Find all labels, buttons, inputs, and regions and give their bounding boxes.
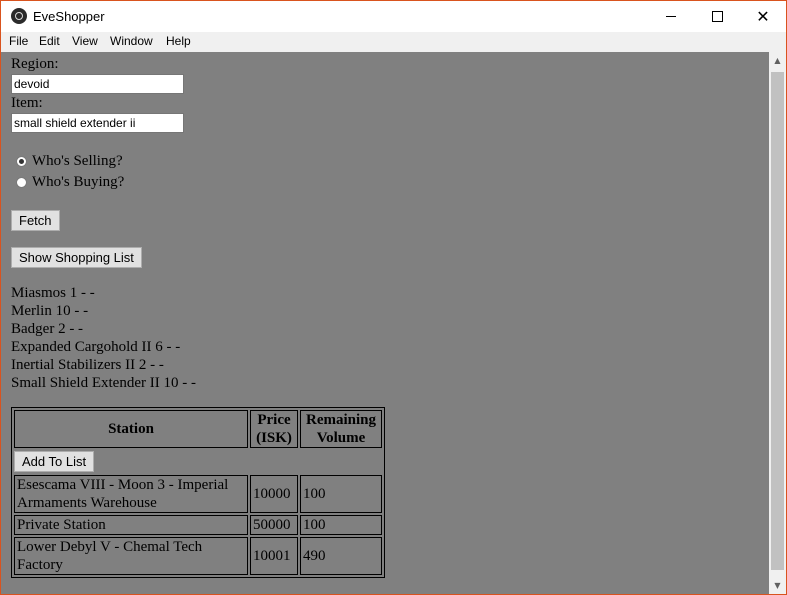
menu-view[interactable]: View (72, 34, 98, 48)
list-item: Expanded Cargohold II 6 - - (11, 339, 181, 355)
minimize-button[interactable] (648, 1, 694, 32)
radio-buying-row[interactable]: Who's Buying? (16, 174, 124, 191)
cell-station: Esescama VIII - Moon 3 - Imperial Armame… (14, 475, 248, 513)
cell-price: 50000 (250, 515, 298, 535)
close-button[interactable]: ✕ (740, 1, 786, 32)
table-row[interactable]: Lower Debyl V - Chemal Tech Factory 1000… (14, 537, 382, 575)
list-item: Miasmos 1 - - (11, 285, 95, 301)
app-window: EveShopper ✕ File Edit View Window Help … (0, 0, 787, 595)
results-table: Station Price (ISK) Remaining Volume Add… (11, 407, 385, 578)
scroll-up-icon[interactable]: ▲ (769, 52, 786, 69)
header-station: Station (14, 410, 248, 448)
header-price: Price (ISK) (250, 410, 298, 448)
close-icon: ✕ (756, 6, 770, 26)
region-label: Region: (11, 56, 59, 72)
menu-help[interactable]: Help (166, 34, 191, 48)
menu-edit[interactable]: Edit (39, 34, 60, 48)
menu-bar: File Edit View Window Help (1, 32, 786, 52)
cell-volume: 490 (300, 537, 382, 575)
list-item: Badger 2 - - (11, 321, 84, 337)
shopping-list: Miasmos 1 - - Merlin 10 - - Badger 2 - -… (11, 284, 196, 392)
vertical-scrollbar[interactable]: ▲ ▼ (769, 52, 786, 594)
list-item: Inertial Stabilizers II 2 - - (11, 357, 164, 373)
table-header-row: Station Price (ISK) Remaining Volume (14, 410, 382, 448)
radio-buying-label: Who's Buying? (32, 174, 125, 190)
app-logo-icon (11, 8, 27, 24)
radio-selling-label: Who's Selling? (32, 153, 123, 169)
maximize-button[interactable] (694, 1, 740, 32)
cell-station: Lower Debyl V - Chemal Tech Factory (14, 537, 248, 575)
minimize-icon (666, 16, 676, 17)
region-input[interactable] (11, 74, 184, 94)
header-volume: Remaining Volume (300, 410, 382, 448)
cell-station: Private Station (14, 515, 248, 535)
cell-price: 10000 (250, 475, 298, 513)
show-shopping-list-button[interactable]: Show Shopping List (11, 247, 142, 268)
cell-volume: 100 (300, 475, 382, 513)
table-row[interactable]: Esescama VIII - Moon 3 - Imperial Armame… (14, 475, 382, 513)
list-item: Small Shield Extender II 10 - - (11, 375, 196, 391)
scroll-down-icon[interactable]: ▼ (769, 577, 786, 594)
list-item: Merlin 10 - - (11, 303, 89, 319)
fetch-button[interactable]: Fetch (11, 210, 60, 231)
window-title: EveShopper (33, 9, 105, 24)
radio-selling[interactable] (16, 156, 27, 167)
scrollbar-thumb[interactable] (771, 72, 784, 570)
add-row: Add To List (14, 450, 382, 473)
item-input[interactable] (11, 113, 184, 133)
main-content: Region: Item: Who's Selling? Who's Buyin… (1, 52, 769, 594)
radio-selling-row[interactable]: Who's Selling? (16, 153, 123, 170)
item-label: Item: (11, 95, 43, 111)
radio-buying[interactable] (16, 177, 27, 188)
add-to-list-button[interactable]: Add To List (14, 451, 95, 472)
menu-window[interactable]: Window (110, 34, 153, 48)
table-row[interactable]: Private Station 50000 100 (14, 515, 382, 535)
title-bar[interactable]: EveShopper ✕ (1, 1, 786, 32)
cell-volume: 100 (300, 515, 382, 535)
maximize-icon (711, 11, 723, 22)
menu-file[interactable]: File (9, 34, 28, 48)
cell-price: 10001 (250, 537, 298, 575)
